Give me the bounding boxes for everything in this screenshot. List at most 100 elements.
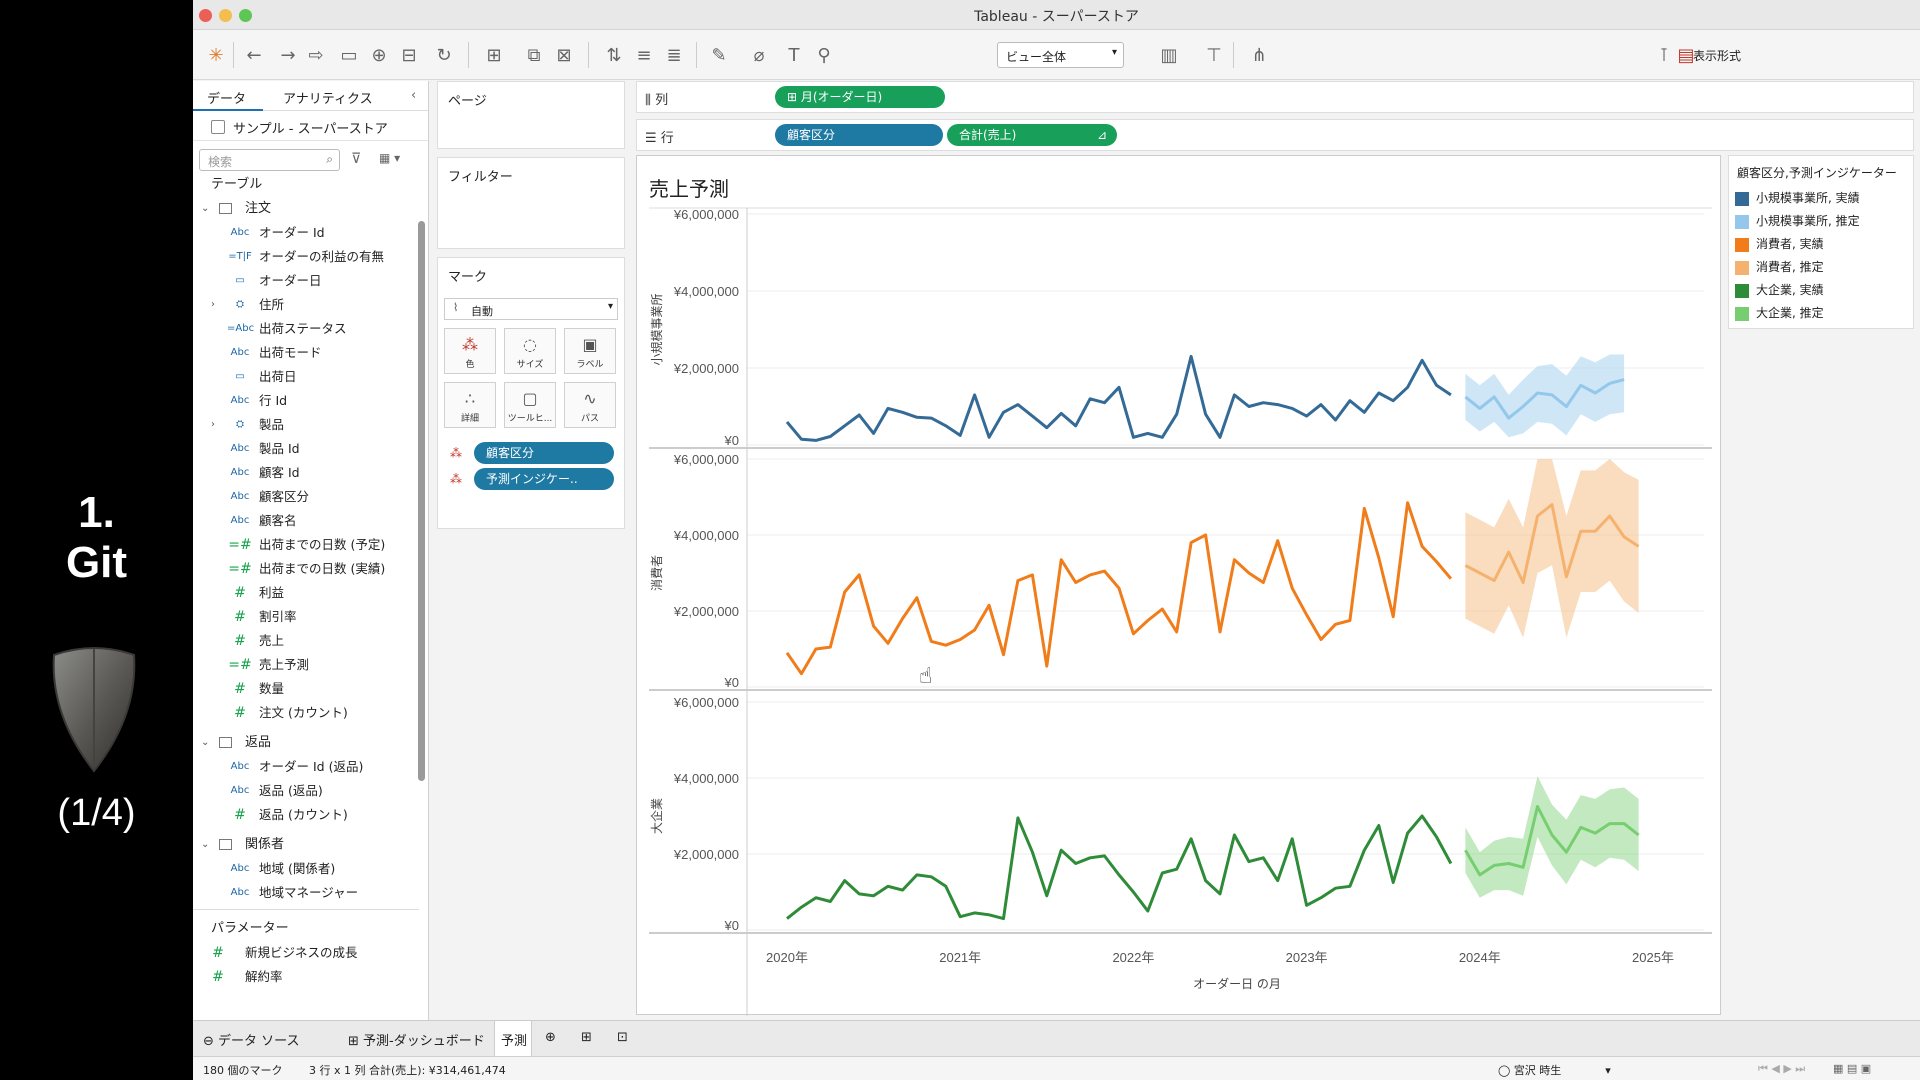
parameter-item[interactable]: # 解約率: [193, 965, 419, 989]
field-item[interactable]: =# 出荷までの日数 (実績): [193, 557, 419, 581]
field-item[interactable]: › ⛭ 住所: [193, 293, 419, 317]
refresh-icon[interactable]: ↻: [433, 42, 455, 68]
field-item[interactable]: Abc 顧客区分: [193, 485, 419, 509]
tooltip-button[interactable]: ▢ ツールヒ...: [504, 382, 556, 428]
data-pane-scrollbar[interactable]: [418, 221, 425, 781]
sort-desc-icon[interactable]: ≣: [663, 42, 685, 68]
tab-analytics[interactable]: アナリティクス: [283, 88, 373, 107]
save-icon[interactable]: ▭: [338, 42, 360, 68]
columns-shelf[interactable]: ⫼ 列 ⊞ 月(オーダー日): [636, 81, 1914, 113]
legend-item[interactable]: 小規模事業所, 推定: [1729, 210, 1913, 233]
toolbar: ✳ ← → ⇨ ▭ ⊕ ⊟ ↻ ⊞ ⧉ ⊠ ⇅ ≡ ≣ ✎ ⌀ T ⚲ ビュー全…: [193, 30, 1920, 80]
rows-shelf[interactable]: ☰ 行 顧客区分 合計(売上) ⊿: [636, 119, 1914, 151]
field-item[interactable]: =T|F オーダーの利益の有無: [193, 245, 419, 269]
field-item[interactable]: # 数量: [193, 677, 419, 701]
swap-icon[interactable]: ⇅: [603, 42, 625, 68]
pin-axes-icon[interactable]: ⚲: [813, 42, 835, 68]
forecast-chart[interactable]: ¥0 ¥2,000,000 ¥4,000,000 ¥6,000,000 小規模事業所 ¥0…: [637, 156, 1722, 1016]
field-item[interactable]: # 売上: [193, 629, 419, 653]
highlight-icon[interactable]: ✎: [708, 42, 730, 68]
new-datasource-icon[interactable]: ⊕: [368, 42, 390, 68]
fit-select[interactable]: ビュー全体 ▾: [997, 42, 1124, 68]
rows-pill-sales[interactable]: 合計(売上) ⊿: [947, 124, 1117, 146]
labels-icon[interactable]: T: [783, 42, 805, 68]
label-button[interactable]: ▣ ラベル: [564, 328, 616, 374]
parameter-item[interactable]: # 新規ビジネスの成長: [193, 941, 419, 965]
field-name: 出荷ステータス: [259, 321, 347, 336]
replay-icon[interactable]: ⇨: [305, 42, 327, 68]
new-story-tab-icon[interactable]: ⊡: [617, 1030, 628, 1045]
field-item[interactable]: # 返品 (カウント): [193, 803, 419, 827]
field-item[interactable]: Abc 製品 Id: [193, 437, 419, 461]
new-dashboard-tab-icon[interactable]: ⊞: [581, 1030, 592, 1045]
field-item[interactable]: # 注文 (カウント): [193, 701, 419, 725]
field-item[interactable]: › ⛭ 製品: [193, 413, 419, 437]
legend-item[interactable]: 大企業, 推定: [1729, 302, 1913, 325]
group-icon[interactable]: ⌀: [748, 42, 770, 68]
search-input[interactable]: 検索 ⌕: [199, 149, 340, 171]
mark-pill-forecast-indicator[interactable]: 予測インジケー..: [474, 468, 614, 490]
legend-item[interactable]: 消費者, 推定: [1729, 256, 1913, 279]
tab-data[interactable]: データ: [207, 88, 246, 107]
field-item[interactable]: ▭ オーダー日: [193, 269, 419, 293]
columns-pill-month[interactable]: ⊞ 月(オーダー日): [775, 86, 945, 108]
field-item[interactable]: =# 出荷までの日数 (予定): [193, 533, 419, 557]
duplicate-sheet-icon[interactable]: ⧉: [523, 42, 545, 68]
field-item[interactable]: =Abc 出荷ステータス: [193, 317, 419, 341]
size-button[interactable]: ◌ サイズ: [504, 328, 556, 374]
field-item[interactable]: Abc オーダー Id: [193, 221, 419, 245]
field-item[interactable]: Abc 出荷モード: [193, 341, 419, 365]
field-item[interactable]: Abc オーダー Id (返品): [193, 755, 419, 779]
field-item[interactable]: Abc 返品 (返品): [193, 779, 419, 803]
tab-forecast-sheet[interactable]: 予測: [501, 1030, 527, 1049]
field-item[interactable]: # 割引率: [193, 605, 419, 629]
table-0[interactable]: ⌄ 注文: [193, 197, 419, 221]
collapse-pane-icon[interactable]: ‹: [411, 88, 416, 103]
table-1[interactable]: ⌄ 返品: [193, 731, 419, 755]
show-me-label[interactable]: 表示形式: [1693, 47, 1741, 64]
legend-item[interactable]: 消費者, 実績: [1729, 233, 1913, 256]
field-item[interactable]: ▭ 出荷日: [193, 365, 419, 389]
clear-sheet-icon[interactable]: ⊠: [553, 42, 575, 68]
new-worksheet-tab-icon[interactable]: ⊕: [545, 1030, 556, 1045]
view-options-icon[interactable]: ▦ ▾: [379, 151, 400, 165]
field-item[interactable]: Abc 地域 (関係者): [193, 857, 419, 881]
sheet-nav-icon[interactable]: ⏮ ◀ ▶ ⏭: [1758, 1062, 1805, 1076]
field-name: 出荷までの日数 (予定): [259, 537, 386, 552]
field-item[interactable]: Abc 顧客 Id: [193, 461, 419, 485]
share-icon[interactable]: ⋔: [1248, 42, 1270, 68]
tab-datasource[interactable]: ⊖ データ ソース: [203, 1030, 300, 1049]
legend-item[interactable]: 小規模事業所, 実績: [1729, 187, 1913, 210]
detail-button[interactable]: ∴ 詳細: [444, 382, 496, 428]
filter-icon[interactable]: ⊽: [351, 151, 361, 167]
undo-icon[interactable]: ←: [243, 42, 265, 68]
field-item[interactable]: Abc 地域マネージャー: [193, 881, 419, 905]
pause-updates-icon[interactable]: ⊟: [398, 42, 420, 68]
table-icon: [219, 839, 232, 850]
mark-type-select[interactable]: ⌇ 自動 ▾: [444, 298, 618, 320]
mark-pill-segment[interactable]: 顧客区分: [474, 442, 614, 464]
redo-icon[interactable]: →: [277, 42, 299, 68]
pages-card[interactable]: ページ: [437, 81, 625, 149]
datasource-item[interactable]: サンプル - スーパーストア: [193, 111, 428, 141]
path-button[interactable]: ∿ パス: [564, 382, 616, 428]
show-cards-icon[interactable]: ▥: [1158, 42, 1180, 68]
tableau-logo-icon[interactable]: ✳: [205, 42, 227, 68]
presentation-icon[interactable]: ⊤: [1203, 42, 1225, 68]
new-worksheet-icon[interactable]: ⊞: [483, 42, 505, 68]
chevron-down-icon: ⌄: [201, 839, 210, 850]
sort-asc-icon[interactable]: ≡: [633, 42, 655, 68]
format-brush-icon[interactable]: ⊺: [1653, 42, 1675, 68]
field-item[interactable]: # 利益: [193, 581, 419, 605]
user-menu[interactable]: ◯ 宮沢 時生 ▾: [1498, 1062, 1611, 1078]
tab-dashboard[interactable]: ⊞ 予測-ダッシュボード: [348, 1030, 485, 1049]
sheet-view-icon[interactable]: ▦ ▤ ▣: [1833, 1062, 1871, 1075]
field-item[interactable]: =# 売上予測: [193, 653, 419, 677]
field-item[interactable]: Abc 顧客名: [193, 509, 419, 533]
table-2[interactable]: ⌄ 関係者: [193, 833, 419, 857]
filters-card[interactable]: フィルター: [437, 157, 625, 249]
color-button[interactable]: ⁂ 色: [444, 328, 496, 374]
rows-pill-segment[interactable]: 顧客区分: [775, 124, 943, 146]
legend-item[interactable]: 大企業, 実績: [1729, 279, 1913, 302]
field-item[interactable]: Abc 行 Id: [193, 389, 419, 413]
